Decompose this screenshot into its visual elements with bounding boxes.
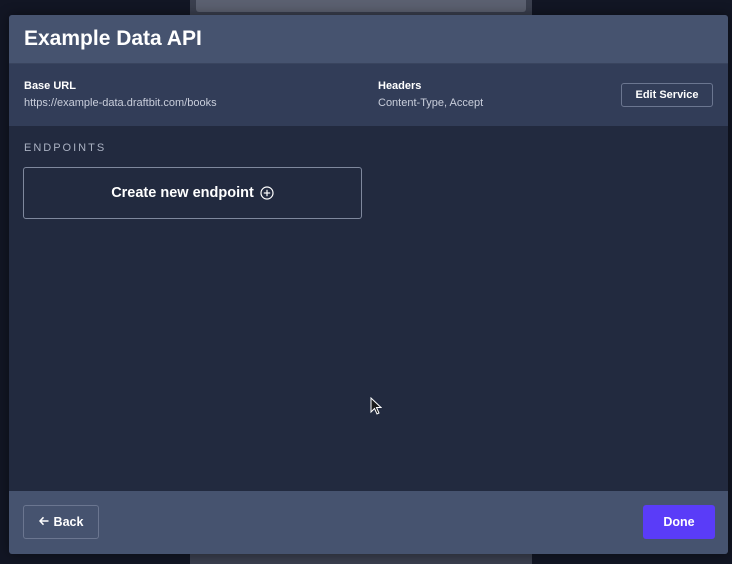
modal-header: Example Data API	[9, 15, 728, 64]
back-label: Back	[53, 515, 84, 529]
background-input-remnant	[196, 0, 526, 12]
modal-title: Example Data API	[24, 27, 202, 50]
mouse-pointer-icon	[370, 396, 383, 415]
create-endpoint-button[interactable]: Create new endpoint	[23, 167, 362, 219]
done-button[interactable]: Done	[643, 505, 715, 539]
headers-value: Content-Type, Accept	[378, 97, 484, 109]
create-endpoint-label: Create new endpoint	[111, 185, 254, 201]
endpoints-heading: ENDPOINTS	[24, 142, 107, 154]
headers-label: Headers	[378, 80, 422, 92]
edit-service-button[interactable]: Edit Service	[621, 83, 713, 107]
base-url-label: Base URL	[24, 80, 76, 92]
base-url-value: https://example-data.draftbit.com/books	[24, 97, 217, 109]
edit-service-label: Edit Service	[635, 89, 699, 101]
service-info-bar: Base URL https://example-data.draftbit.c…	[9, 64, 728, 126]
api-service-modal: Example Data API Base URL https://exampl…	[9, 15, 728, 554]
plus-circle-icon	[260, 186, 274, 200]
modal-footer: Back Done	[9, 491, 728, 554]
back-button[interactable]: Back	[23, 505, 99, 539]
arrow-left-icon	[38, 515, 49, 529]
done-label: Done	[663, 515, 695, 529]
